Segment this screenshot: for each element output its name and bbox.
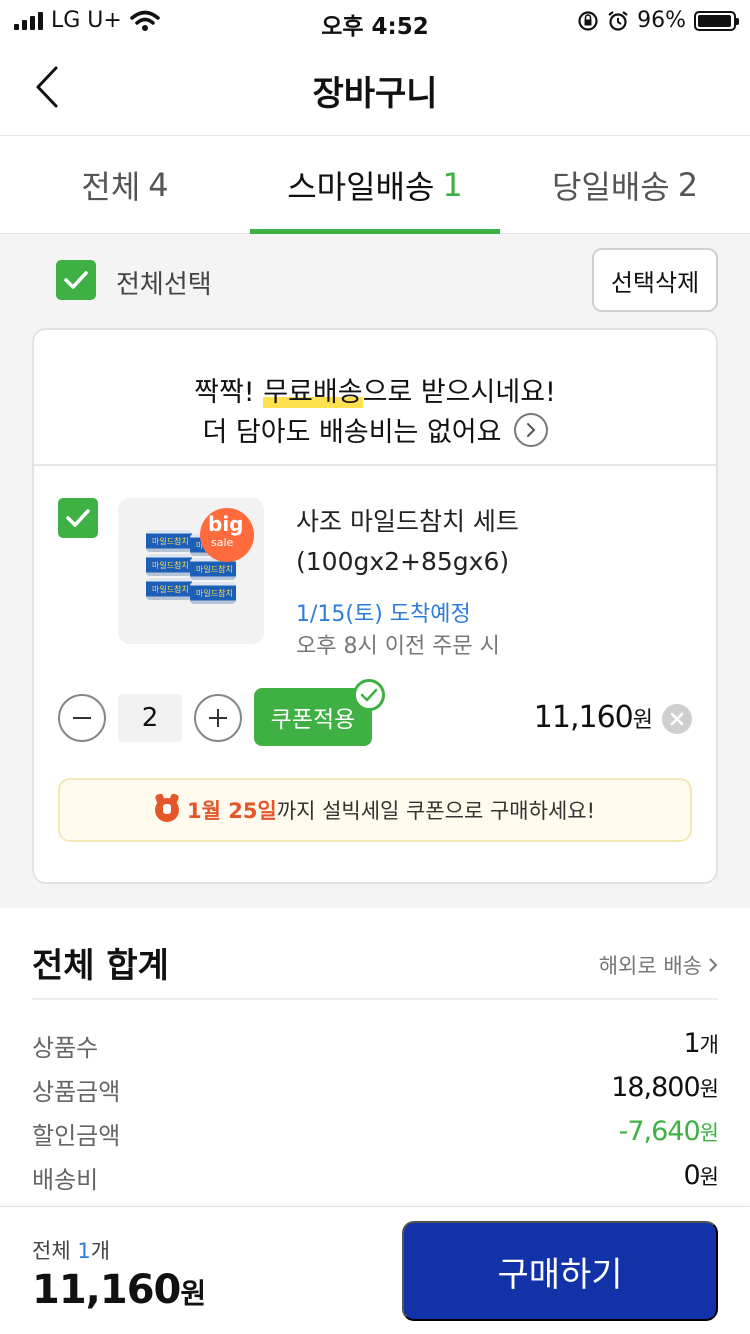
- delete-selected-button[interactable]: 선택삭제: [592, 248, 718, 312]
- summary-value: 18,800원: [611, 1072, 719, 1103]
- tab-label: 당일배송: [551, 168, 670, 206]
- coupon-applied-check-icon: [353, 679, 385, 711]
- tuna-can: 마일드참치: [146, 578, 192, 600]
- tuna-can: 마일드참치: [146, 554, 192, 576]
- chevron-right-icon: [709, 958, 718, 972]
- checkout-bar: 전체 1개 11,160원 구매하기: [0, 1206, 750, 1334]
- tab-smile-delivery[interactable]: 스마일배송 1: [250, 136, 500, 234]
- increase-quantity-button[interactable]: [194, 694, 242, 742]
- free-shipping-banner[interactable]: 짝짝! 무료배송으로 받으시네요! 더 담아도 배송비는 없어요: [34, 330, 716, 466]
- order-deadline: 오후 8시 이전 주문 시: [296, 634, 500, 659]
- remove-item-icon[interactable]: [662, 704, 692, 734]
- page-title: 장바구니: [312, 74, 438, 114]
- item-price-unit: 원: [632, 708, 653, 733]
- summary-value: 1개: [683, 1028, 719, 1059]
- total-count: 전체 1개: [32, 1239, 111, 1263]
- tuna-can: 마일드참치: [146, 530, 192, 552]
- summary-label: 배송비: [32, 1166, 99, 1194]
- cart-item-card: 짝짝! 무료배송으로 받으시네요! 더 담아도 배송비는 없어요 마일드참치 마…: [32, 328, 718, 884]
- tiger-icon: [154, 798, 179, 822]
- battery-percent: 96%: [637, 8, 686, 33]
- buy-button[interactable]: 구매하기: [402, 1221, 718, 1321]
- navigation-bar: 장바구니: [0, 40, 750, 136]
- product-name[interactable]: 사조 마일드참치 세트(100gx2+85gx6): [296, 502, 696, 582]
- summary-row-discount: 할인금액 -7,640원: [32, 1116, 719, 1151]
- summary-row-shipping-fee: 배송비 0원: [32, 1160, 719, 1195]
- orientation-lock-icon: [578, 10, 598, 31]
- tab-all[interactable]: 전체 4: [0, 136, 250, 234]
- summary-divider: [32, 998, 718, 1000]
- banner-highlight: 무료배송: [263, 377, 363, 408]
- banner-line-1: 짝짝! 무료배송으로 받으시네요!: [34, 370, 716, 409]
- big-sale-badge: big sale: [200, 508, 254, 562]
- badge-sale: sale: [211, 536, 234, 549]
- quantity-value[interactable]: 2: [118, 694, 182, 742]
- summary-value: -7,640원: [618, 1116, 719, 1147]
- select-all-label[interactable]: 전체선택: [116, 264, 212, 301]
- overseas-shipping-label: 해외로 배송: [598, 954, 702, 978]
- tab-count: 2: [677, 166, 699, 204]
- summary-label: 할인금액: [32, 1122, 121, 1150]
- total-price: 11,160원: [32, 1267, 206, 1313]
- select-bar: 전체선택 선택삭제: [0, 234, 750, 328]
- item-price-value: 11,160: [533, 700, 634, 735]
- tab-label: 전체: [81, 168, 141, 206]
- minus-icon: [73, 717, 91, 719]
- plus-icon: [209, 709, 227, 727]
- arrival-date: 1/15(토) 도착예정: [296, 602, 471, 627]
- battery-fill: [698, 14, 731, 27]
- tuna-can: 마일드참치: [190, 582, 236, 604]
- summary-value: 0원: [683, 1160, 719, 1191]
- order-summary: 전체 합계 해외로 배송 상품수 1개 상품금액 18,800원 할인금액 -7…: [0, 908, 750, 1208]
- decrease-quantity-button[interactable]: [58, 694, 106, 742]
- summary-label: 상품금액: [32, 1078, 121, 1106]
- delivery-tabs: 전체 4 스마일배송 1 당일배송 2: [0, 136, 750, 234]
- status-bar: LG U+ 오후 4:52 96%: [0, 0, 750, 40]
- chevron-right-circle-icon[interactable]: [513, 412, 548, 447]
- status-right: 96%: [577, 8, 739, 33]
- promo-text: 까지 설빅세일 쿠폰으로 구매하세요!: [276, 799, 596, 823]
- summary-row-item-count: 상품수 1개: [32, 1028, 719, 1063]
- overseas-shipping-link[interactable]: 해외로 배송: [599, 950, 718, 980]
- alarm-icon: [608, 10, 628, 31]
- summary-label: 상품수: [32, 1034, 99, 1062]
- item-checkbox[interactable]: [58, 498, 98, 538]
- check-icon: [64, 271, 88, 289]
- promo-date: 1월 25일: [186, 799, 277, 823]
- battery-icon: [694, 10, 739, 31]
- banner-prefix: 짝짝!: [194, 377, 264, 408]
- tab-same-day-delivery[interactable]: 당일배송 2: [500, 136, 750, 234]
- item-price: 11,160원: [533, 700, 653, 735]
- tab-count: 4: [148, 166, 169, 204]
- product-thumbnail[interactable]: 마일드참치 마일드참치 마일드참치 마일드참치 마일드참치 마일드참치 big …: [118, 498, 264, 644]
- banner-suffix: 으로 받으시네요!: [362, 377, 556, 408]
- coupon-promo-banner[interactable]: 1월 25일까지 설빅세일 쿠폰으로 구매하세요!: [58, 778, 692, 842]
- tab-count: 1: [442, 166, 463, 204]
- tab-label: 스마일배송: [287, 168, 435, 206]
- summary-title: 전체 합계: [32, 946, 169, 986]
- select-all-checkbox[interactable]: [56, 260, 96, 300]
- check-icon: [66, 509, 90, 527]
- badge-big: big: [208, 512, 244, 536]
- summary-row-product-amount: 상품금액 18,800원: [32, 1072, 719, 1107]
- banner-line-2: 더 담아도 배송비는 없어요: [34, 410, 716, 449]
- banner-line-2-text: 더 담아도 배송비는 없어요: [202, 417, 502, 448]
